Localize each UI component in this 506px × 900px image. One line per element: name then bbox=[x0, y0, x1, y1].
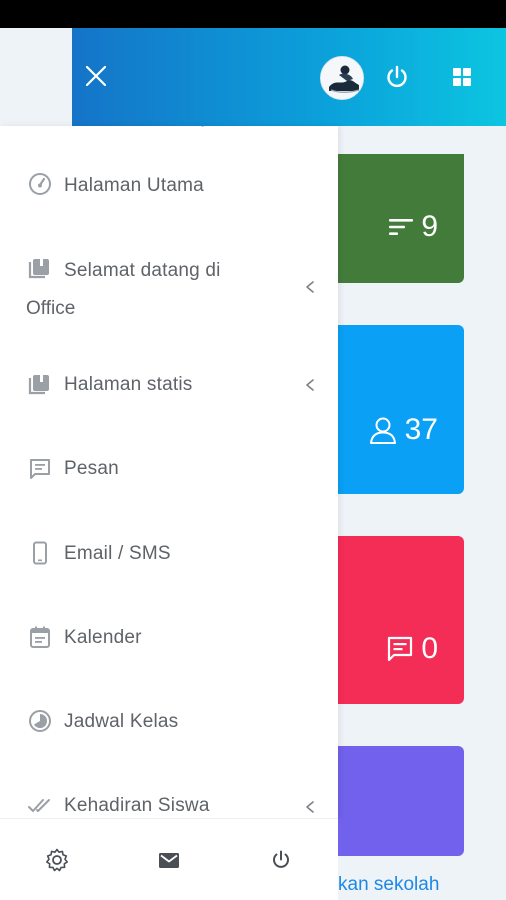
gear-icon[interactable] bbox=[44, 847, 70, 873]
bottom-link[interactable]: kan sekolah bbox=[338, 874, 439, 896]
book-icon bbox=[28, 259, 49, 279]
menu-item-label: Halaman Utama bbox=[64, 175, 204, 196]
dashboard-gauge-icon bbox=[29, 173, 51, 195]
calendar-icon bbox=[30, 626, 50, 648]
avatar-image bbox=[321, 57, 363, 99]
drawer-footer-toolbar bbox=[0, 818, 338, 900]
user-icon bbox=[369, 417, 396, 444]
menu-item-label: Kehadiran Siswa bbox=[64, 795, 210, 816]
phone-icon bbox=[33, 541, 47, 565]
chevron-left-icon bbox=[306, 801, 314, 813]
book-icon bbox=[28, 375, 49, 395]
power-icon[interactable] bbox=[268, 847, 294, 873]
menu-item-label: Pesan bbox=[64, 458, 119, 479]
menu-item-label: Selamat datang di bbox=[64, 260, 221, 281]
menu-item-pesan[interactable]: Pesan bbox=[0, 451, 338, 495]
menu-item-label-line2: Office bbox=[26, 298, 76, 319]
menu-item-halaman-utama[interactable]: Halaman Utama bbox=[0, 166, 338, 210]
menu-item-jadwal-kelas[interactable]: Jadwal Kelas bbox=[0, 703, 338, 747]
menu-item-kehadiran-siswa[interactable]: Kehadiran Siswa bbox=[0, 788, 338, 818]
card-stat: 9 bbox=[387, 210, 438, 244]
card-value: 0 bbox=[421, 632, 438, 665]
menu-item-selamat-datang[interactable]: Selamat datang di Office bbox=[0, 250, 338, 328]
card-value: 37 bbox=[404, 413, 438, 446]
chevron-left-icon bbox=[306, 281, 314, 293]
card-stat: 0 bbox=[385, 632, 438, 666]
status-bar bbox=[0, 0, 506, 28]
menu-item-email-sms[interactable]: Email / SMS bbox=[0, 535, 338, 579]
apps-grid-icon[interactable] bbox=[452, 67, 472, 87]
menu-item-label: Jadwal Kelas bbox=[64, 711, 179, 732]
power-icon[interactable] bbox=[384, 64, 410, 90]
stat-card-messages[interactable]: 0 bbox=[328, 536, 464, 704]
message-icon bbox=[388, 636, 413, 662]
menu-item-label: Halaman statis bbox=[64, 374, 193, 395]
message-icon bbox=[30, 459, 50, 479]
clipped-top-item: · bbox=[200, 126, 205, 135]
menu-item-kalender[interactable]: Kalender bbox=[0, 619, 338, 663]
stat-card-users[interactable]: 37 bbox=[328, 325, 464, 494]
stat-card-4[interactable] bbox=[328, 746, 464, 856]
app-header bbox=[72, 28, 506, 126]
double-check-icon bbox=[28, 799, 50, 812]
side-drawer: · Halaman Utama Selamat datang di Office… bbox=[0, 126, 338, 818]
clock-icon bbox=[29, 710, 51, 732]
stat-card-posts[interactable]: 9 bbox=[328, 154, 464, 283]
menu-item-label: Kalender bbox=[64, 627, 142, 648]
mail-icon[interactable] bbox=[156, 847, 182, 873]
menu-item-halaman-statis[interactable]: Halaman statis bbox=[0, 366, 338, 410]
sort-lines-icon bbox=[389, 219, 414, 235]
close-icon[interactable] bbox=[84, 64, 108, 88]
menu-item-label: Email / SMS bbox=[64, 543, 171, 564]
avatar[interactable] bbox=[320, 56, 364, 100]
card-stat: 37 bbox=[367, 413, 438, 447]
chevron-left-icon bbox=[306, 379, 314, 391]
card-value: 9 bbox=[421, 210, 438, 243]
